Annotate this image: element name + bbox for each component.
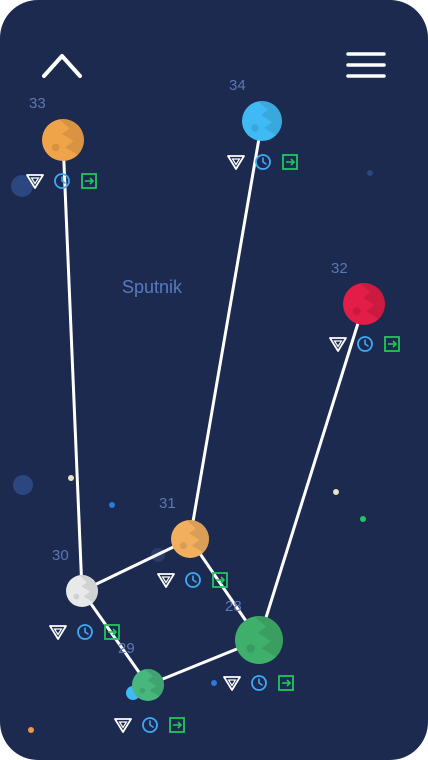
level-number: 29 (118, 640, 135, 657)
level-map-screen: Sputnik 28 29 30 31 32 33 34 (0, 0, 428, 760)
star-dot (109, 502, 115, 508)
level-node-30[interactable]: 30 (49, 547, 120, 640)
planet-icon[interactable] (242, 101, 282, 141)
level-status-icons (223, 675, 294, 691)
menu-button[interactable] (344, 48, 388, 82)
level-node-34[interactable]: 34 (227, 77, 298, 170)
clock-icon (251, 675, 267, 691)
region-label: Sputnik (122, 277, 183, 297)
level-node-29[interactable]: 29 (114, 640, 185, 733)
rank-triangle-icon (227, 155, 245, 170)
rank-triangle-icon (114, 718, 132, 733)
level-status-icons (227, 154, 298, 170)
clock-icon (357, 336, 373, 352)
level-node-33[interactable]: 33 (26, 95, 97, 189)
star-dot (68, 475, 74, 481)
level-status-icons (157, 572, 228, 588)
planet-icon[interactable] (235, 616, 283, 664)
planet-icon[interactable] (171, 520, 209, 558)
level-number: 31 (159, 495, 176, 512)
rank-triangle-icon (157, 573, 175, 588)
back-button[interactable] (38, 48, 86, 82)
star-dot (360, 516, 366, 522)
star-dot (28, 727, 34, 733)
level-number: 30 (52, 547, 69, 564)
star-dot (211, 680, 217, 686)
level-status-icons (329, 336, 400, 352)
star-dot (367, 170, 373, 176)
planet-icon[interactable] (343, 283, 385, 325)
level-number: 34 (229, 77, 246, 94)
clock-icon (142, 717, 158, 733)
planet-icon[interactable] (42, 119, 84, 161)
level-node-31[interactable]: 31 (157, 495, 228, 588)
chevron-up-icon (42, 54, 82, 78)
path-28-32 (257, 302, 366, 642)
exit-icon (278, 675, 294, 691)
exit-icon (384, 336, 400, 352)
exit-icon (282, 154, 298, 170)
level-map: Sputnik 28 29 30 31 32 33 34 (11, 77, 400, 733)
hamburger-menu-icon (346, 52, 386, 78)
level-node-28[interactable]: 28 (223, 598, 294, 691)
rank-triangle-icon (223, 676, 241, 691)
level-number: 28 (225, 598, 242, 615)
level-status-icons (26, 173, 97, 189)
path-31-34 (188, 119, 264, 541)
clock-icon (255, 154, 271, 170)
path-30-29 (80, 589, 150, 687)
rank-triangle-icon (49, 625, 67, 640)
level-number: 32 (331, 260, 348, 277)
clock-icon (54, 173, 70, 189)
level-status-icons (114, 717, 185, 733)
star-dot (333, 489, 339, 495)
path-33-30 (61, 138, 84, 593)
exit-icon (81, 173, 97, 189)
clock-icon (185, 572, 201, 588)
exit-icon (169, 717, 185, 733)
rank-triangle-icon (329, 337, 347, 352)
planet-icon[interactable] (132, 669, 164, 701)
clock-icon (77, 624, 93, 640)
level-node-32[interactable]: 32 (329, 260, 400, 352)
planet-icon[interactable] (66, 575, 98, 607)
star-dot (13, 475, 33, 495)
level-paths (61, 119, 366, 687)
level-number: 33 (29, 95, 46, 112)
